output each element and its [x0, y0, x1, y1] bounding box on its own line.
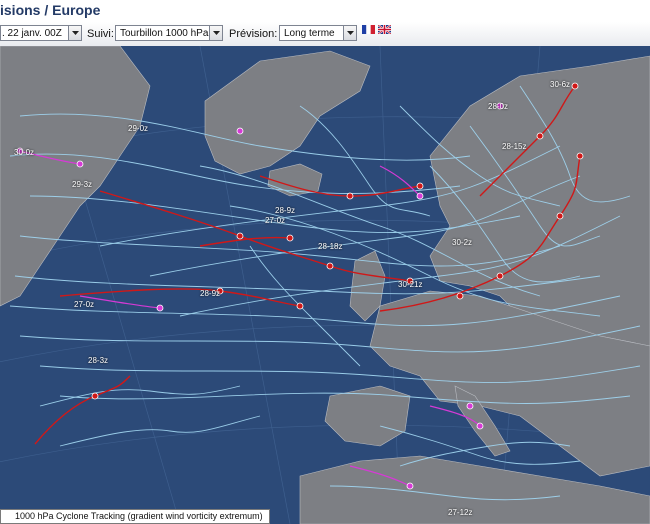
- suivi-label: Suivi:: [87, 28, 114, 40]
- title-bar: isions / Europe: [0, 0, 650, 22]
- run-select[interactable]: . 22 janv. 00Z: [0, 25, 82, 41]
- track-label: 30-21z: [398, 280, 423, 289]
- chevron-down-icon[interactable]: [68, 25, 82, 41]
- track-label: 28-15z: [502, 142, 527, 151]
- track-label: 27-0z: [74, 300, 95, 309]
- track-label: 28-0z: [488, 102, 509, 111]
- map-canvas: [0, 46, 650, 524]
- prevision-label: Prévision:: [229, 28, 278, 40]
- track-label: 29-3z: [72, 180, 93, 189]
- map-caption: 1000 hPa Cyclone Tracking (gradient wind…: [0, 509, 270, 524]
- prevision-select-value: Long terme: [284, 28, 335, 39]
- fr-flag-icon[interactable]: [362, 25, 375, 34]
- track-label: 27-0z: [265, 216, 286, 225]
- suivi-select[interactable]: Tourbillon 1000 hPa: [115, 25, 223, 41]
- run-select-value: . 22 janv. 00Z: [2, 28, 62, 39]
- track-label: 28-9z: [275, 206, 296, 215]
- chevron-down-icon[interactable]: [343, 25, 357, 41]
- forecast-toolbar: . 22 janv. 00Z Suivi: Tourbillon 1000 hP…: [0, 22, 650, 47]
- track-label: 30-2z: [452, 238, 473, 247]
- track-label: 27-12z: [448, 508, 473, 517]
- track-label: 28-3z: [88, 356, 109, 365]
- track-label: 28-9z: [200, 289, 221, 298]
- page-title: isions / Europe: [0, 2, 101, 18]
- suivi-select-value: Tourbillon 1000 hPa: [120, 28, 209, 39]
- track-label: 28-18z: [318, 242, 343, 251]
- track-label: 30-0z: [14, 148, 35, 157]
- track-label: 30-6z: [550, 80, 571, 89]
- track-label: 29-0z: [128, 124, 149, 133]
- cyclone-track-map[interactable]: 29-0z 30-0z 29-3z 27-0z 28-9z 28-18z 27-…: [0, 46, 650, 524]
- chevron-down-icon[interactable]: [209, 25, 223, 41]
- prevision-select[interactable]: Long terme: [279, 25, 357, 41]
- uk-flag-icon[interactable]: [378, 25, 391, 34]
